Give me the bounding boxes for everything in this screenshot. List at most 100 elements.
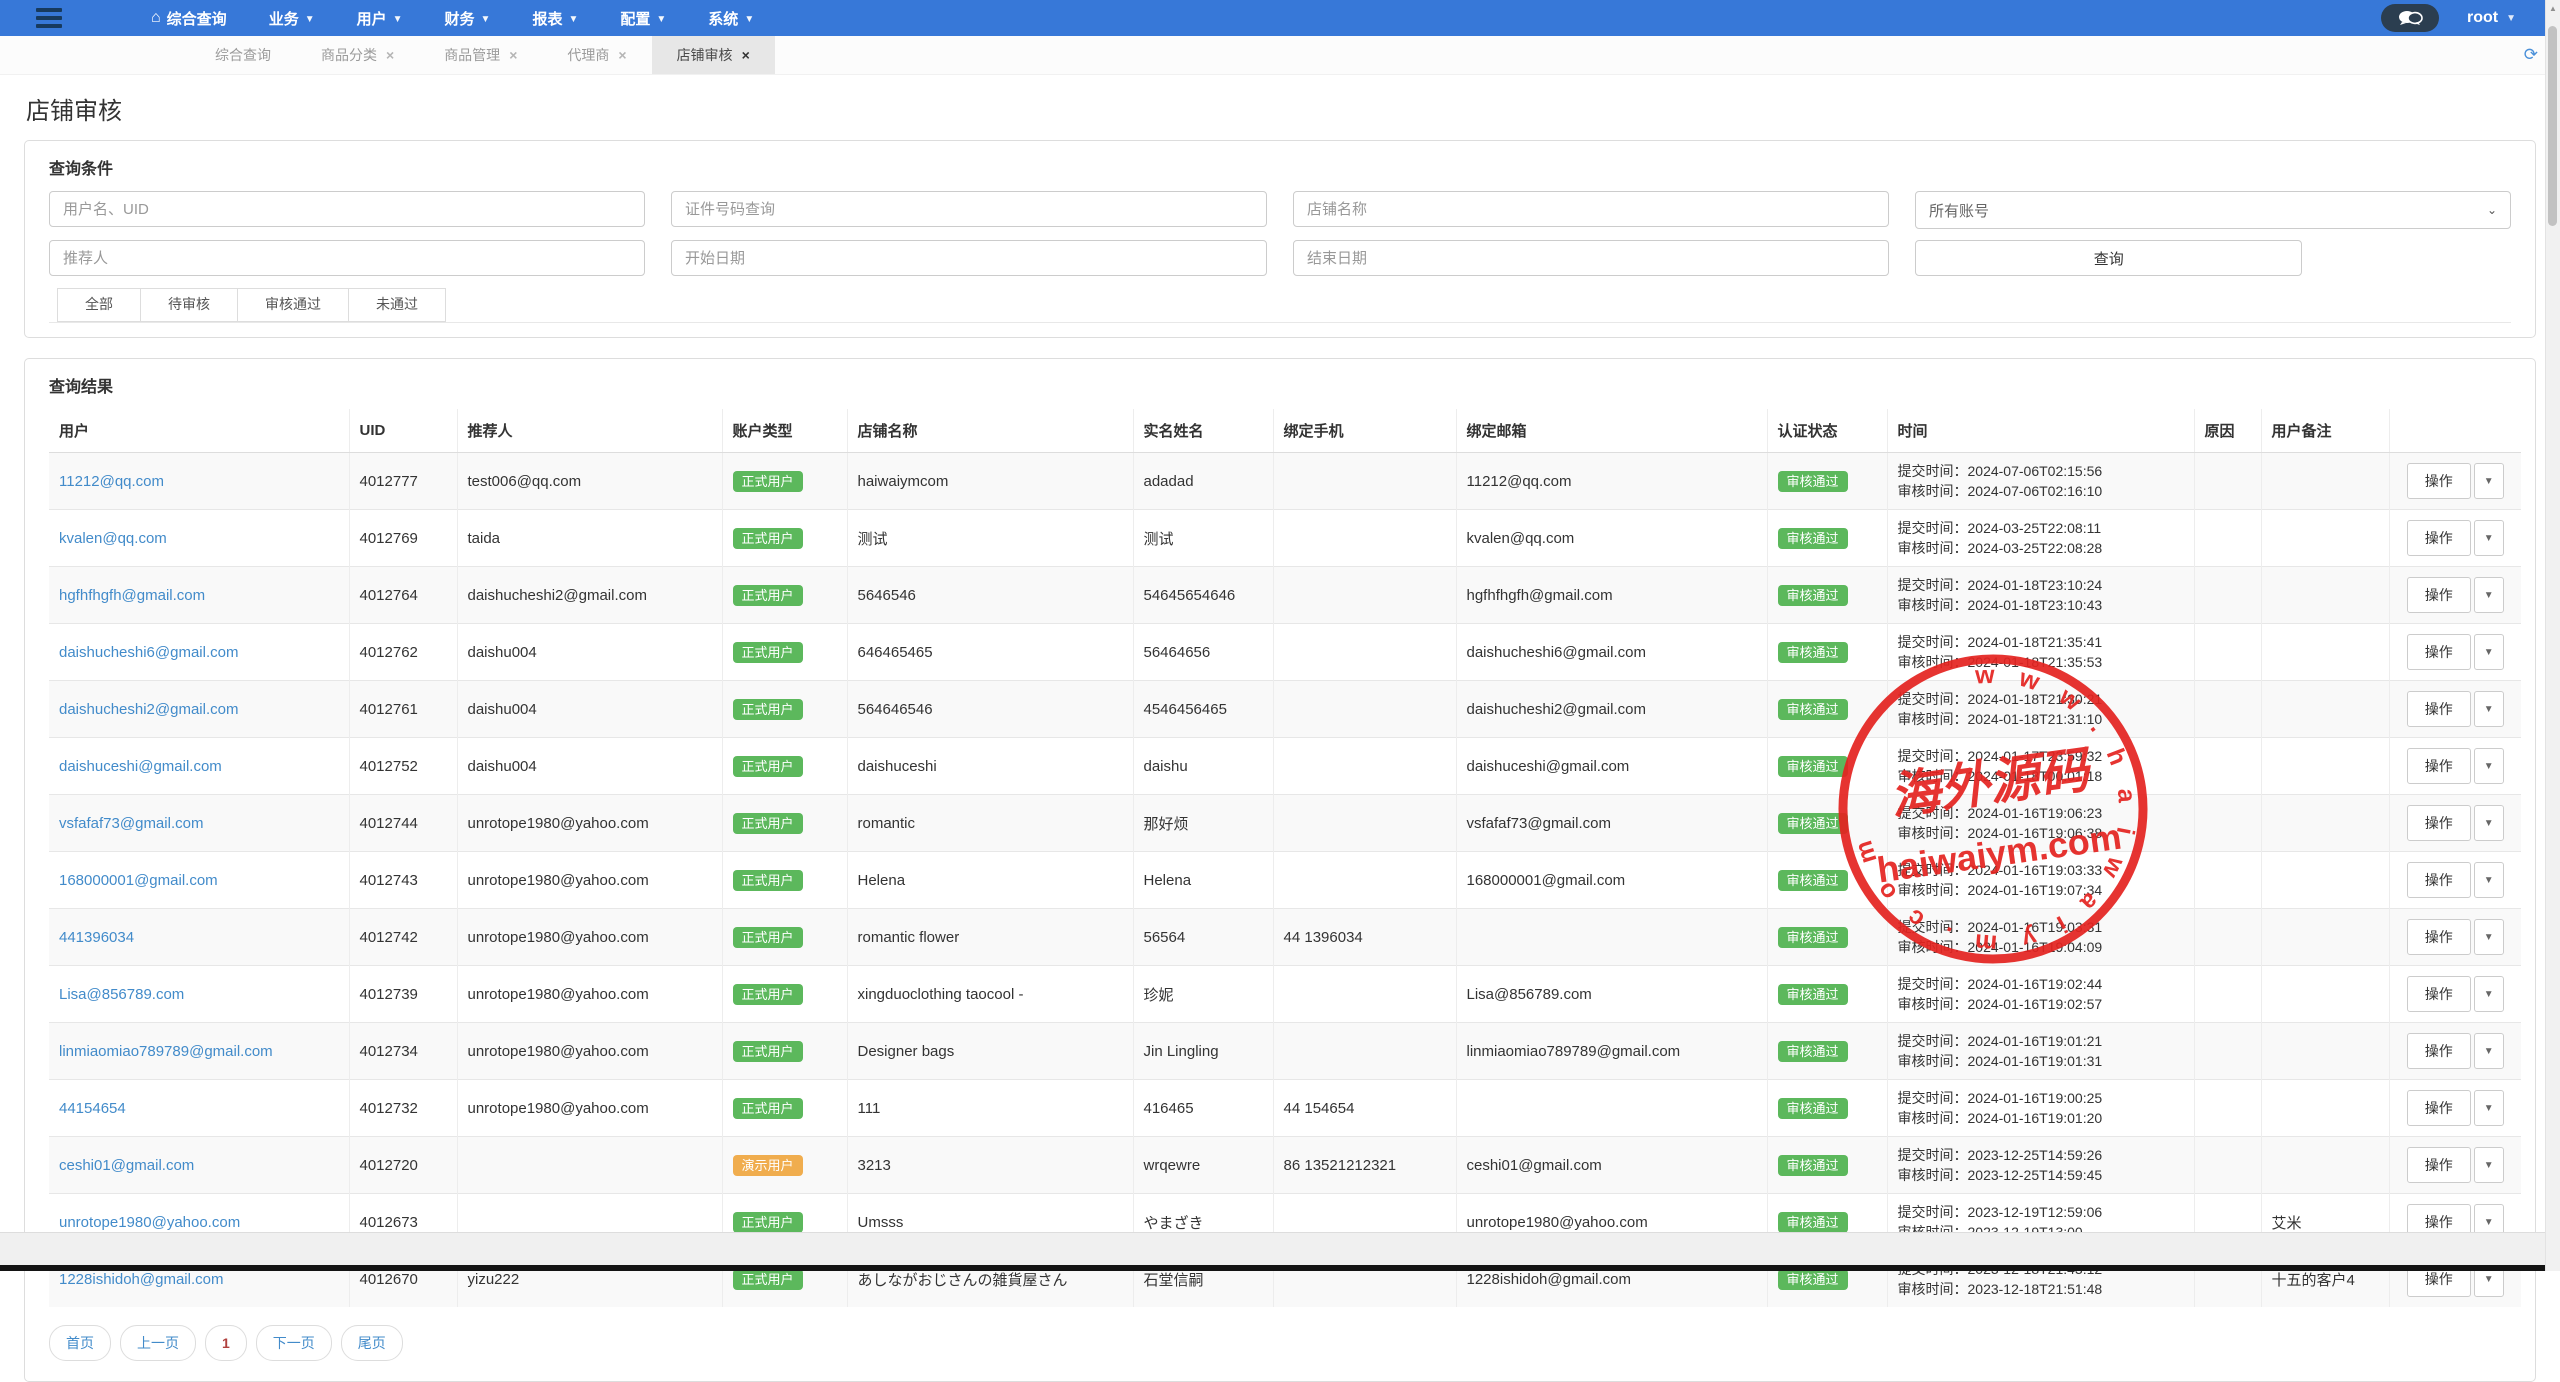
action-dropdown-button[interactable]: ▼ [2474, 634, 2504, 670]
user-link[interactable]: 441396034 [59, 929, 134, 946]
messages-button[interactable] [2381, 4, 2439, 32]
pagination-prev[interactable]: 上一页 [120, 1325, 196, 1361]
scroll-up-icon[interactable]: ▲ [2546, 4, 2560, 13]
user-menu[interactable]: root ▼ [2467, 9, 2516, 27]
action-button[interactable]: 操作 [2407, 805, 2471, 841]
user-link[interactable]: 44154654 [59, 1100, 126, 1117]
close-icon[interactable]: × [386, 47, 394, 63]
user-link[interactable]: linmiaomiao789789@gmail.com [59, 1043, 273, 1060]
menu-item-finance[interactable]: 财务▼ [424, 0, 512, 36]
action-dropdown-button[interactable]: ▼ [2474, 520, 2504, 556]
submit-time-label: 提交时间： [1898, 634, 1968, 650]
user-link[interactable]: Lisa@856789.com [59, 986, 184, 1003]
action-button[interactable]: 操作 [2407, 691, 2471, 727]
action-button[interactable]: 操作 [2407, 1147, 2471, 1183]
action-button[interactable]: 操作 [2407, 862, 2471, 898]
action-dropdown-button[interactable]: ▼ [2474, 691, 2504, 727]
action-button[interactable]: 操作 [2407, 520, 2471, 556]
tab-shop-audit[interactable]: 店铺审核× [652, 36, 775, 74]
user-link[interactable]: ceshi01@gmail.com [59, 1157, 194, 1174]
account-type-select-value: 所有账号 [1929, 200, 1989, 221]
menu-item-users[interactable]: 用户▼ [336, 0, 424, 36]
scrollbar[interactable]: ▲ [2545, 0, 2560, 1271]
filter-tab-approved[interactable]: 审核通过 [237, 288, 349, 322]
cell-referrer: daishu004 [457, 624, 722, 681]
tab-product-category[interactable]: 商品分类× [296, 36, 419, 74]
close-icon[interactable]: × [742, 47, 750, 63]
menu-item-comprehensive-query[interactable]: ⌂综合查询 [130, 0, 248, 36]
menu-item-system[interactable]: 系统▼ [687, 0, 775, 36]
menu-toggle-button[interactable] [0, 0, 70, 36]
tab-agent[interactable]: 代理商 × [542, 36, 651, 74]
action-dropdown-button[interactable]: ▼ [2474, 919, 2504, 955]
action-dropdown-button[interactable]: ▼ [2474, 1090, 2504, 1126]
action-dropdown-button[interactable]: ▼ [2474, 463, 2504, 499]
user-link[interactable]: vsfafaf73@gmail.com [59, 815, 203, 832]
action-button[interactable]: 操作 [2407, 919, 2471, 955]
referrer-input[interactable] [49, 240, 645, 276]
user-link[interactable]: daishucheshi6@gmail.com [59, 644, 238, 661]
pagination-next[interactable]: 下一页 [256, 1325, 332, 1361]
tab-label: 代理商 [567, 45, 609, 65]
filter-tab-all[interactable]: 全部 [57, 288, 141, 322]
user-link[interactable]: hgfhfhgfh@gmail.com [59, 587, 205, 604]
close-icon[interactable]: × [509, 47, 517, 63]
action-button[interactable]: 操作 [2407, 1090, 2471, 1126]
scrollbar-thumb[interactable] [2548, 26, 2557, 226]
menu-item-business[interactable]: 业务▼ [248, 0, 336, 36]
cell-email: daishuceshi@gmail.com [1456, 738, 1767, 795]
action-button[interactable]: 操作 [2407, 463, 2471, 499]
id-number-input[interactable] [671, 191, 1267, 227]
user-link[interactable]: 1228ishidoh@gmail.com [59, 1271, 223, 1288]
query-button[interactable]: 查询 [1915, 240, 2302, 276]
close-icon[interactable]: × [618, 47, 626, 63]
action-dropdown-button[interactable]: ▼ [2474, 862, 2504, 898]
action-dropdown-button[interactable]: ▼ [2474, 1033, 2504, 1069]
action-button[interactable]: 操作 [2407, 634, 2471, 670]
user-link[interactable]: daishucheshi2@gmail.com [59, 701, 238, 718]
search-panel-title: 查询条件 [49, 155, 2511, 179]
action-dropdown-button[interactable]: ▼ [2474, 577, 2504, 613]
remark-value: 艾米 [2272, 1215, 2302, 1232]
username-uid-input[interactable] [49, 191, 645, 227]
email-value: vsfafaf73@gmail.com [1467, 815, 1611, 832]
caret-down-icon: ▼ [2484, 476, 2494, 487]
user-link[interactable]: unrotope1980@yahoo.com [59, 1214, 240, 1231]
cell-status: 审核通过 [1767, 795, 1887, 852]
search-row-1: 所有账号 ⌄ [49, 191, 2511, 229]
pagination-first[interactable]: 首页 [49, 1325, 111, 1361]
action-button-group: 操作▼ [2400, 805, 2512, 841]
user-link[interactable]: 168000001@gmail.com [59, 872, 218, 889]
action-dropdown-button[interactable]: ▼ [2474, 805, 2504, 841]
user-link[interactable]: daishuceshi@gmail.com [59, 758, 222, 775]
tab-comprehensive-query[interactable]: 综合查询 [190, 36, 296, 74]
filter-tab-pending[interactable]: 待审核 [140, 288, 238, 322]
user-link[interactable]: kvalen@qq.com [59, 530, 167, 547]
pagination-last[interactable]: 尾页 [341, 1325, 403, 1361]
tab-product-management[interactable]: 商品管理× [419, 36, 542, 74]
end-date-input[interactable] [1293, 240, 1889, 276]
filter-tab-rejected[interactable]: 未通过 [348, 288, 446, 322]
action-button[interactable]: 操作 [2407, 1033, 2471, 1069]
audit-time: 审核时间：2024-03-25T22:08:28 [1898, 538, 2184, 558]
shop-name-input[interactable] [1293, 191, 1889, 227]
start-date-input[interactable] [671, 240, 1267, 276]
cell-action: 操作▼ [2389, 681, 2521, 738]
account-type-select[interactable]: 所有账号 ⌄ [1915, 191, 2511, 229]
submit-time-label: 提交时间： [1898, 748, 1968, 764]
pagination-page-1[interactable]: 1 [205, 1325, 247, 1361]
caret-down-icon: ▼ [2484, 1217, 2494, 1228]
cell-reason [2194, 795, 2261, 852]
refresh-icon[interactable]: ⟳ [2524, 36, 2538, 74]
action-button[interactable]: 操作 [2407, 577, 2471, 613]
action-button[interactable]: 操作 [2407, 976, 2471, 1012]
action-dropdown-button[interactable]: ▼ [2474, 748, 2504, 784]
menu-item-config[interactable]: 配置▼ [599, 0, 687, 36]
referrer-value: daishu004 [468, 644, 537, 661]
action-dropdown-button[interactable]: ▼ [2474, 976, 2504, 1012]
table-row: kvalen@qq.com4012769taida正式用户测试测试kvalen@… [49, 510, 2521, 567]
action-button[interactable]: 操作 [2407, 748, 2471, 784]
action-dropdown-button[interactable]: ▼ [2474, 1147, 2504, 1183]
user-link[interactable]: 11212@qq.com [59, 473, 164, 490]
menu-item-reports[interactable]: 报表▼ [511, 0, 599, 36]
